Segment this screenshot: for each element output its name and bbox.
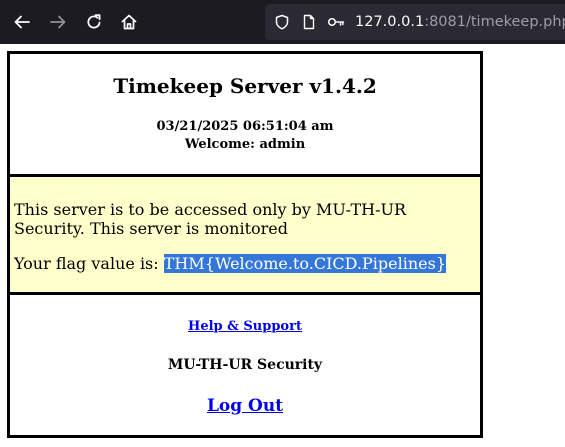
logout-link[interactable]: Log Out	[10, 396, 480, 416]
back-button[interactable]	[6, 6, 38, 38]
forward-button[interactable]	[42, 6, 74, 38]
url-bar[interactable]: 127.0.0.1:8081/timekeep.php	[265, 4, 565, 40]
arrow-right-icon	[50, 15, 66, 29]
notice-message: This server is to be accessed only by MU…	[14, 200, 406, 238]
home-icon	[121, 14, 137, 30]
organization-name: MU-TH-UR Security	[167, 357, 323, 373]
help-support-link[interactable]: Help & Support	[10, 319, 480, 334]
reload-button[interactable]	[78, 6, 110, 38]
shield-icon[interactable]	[273, 13, 291, 31]
header-panel: Timekeep Server v1.4.2 03/21/2025 06:51:…	[7, 51, 483, 177]
arrow-left-icon	[14, 15, 30, 29]
url-host: 127.0.0.1	[355, 14, 425, 30]
page-title: Timekeep Server v1.4.2	[113, 74, 377, 98]
key-icon[interactable]	[327, 13, 345, 31]
footer-panel: Help & Support MU-TH-UR Security Log Out	[7, 292, 483, 438]
home-button[interactable]	[113, 6, 145, 38]
welcome-text: Welcome: admin	[184, 137, 306, 152]
flag-value[interactable]: THM{Welcome.to.CICD.Pipelines}	[163, 254, 446, 273]
url-path: :8081/timekeep.php	[424, 14, 565, 30]
reload-icon	[87, 14, 101, 29]
flag-label: Your flag value is:	[14, 254, 164, 273]
browser-toolbar: 127.0.0.1:8081/timekeep.php	[0, 0, 565, 44]
flag-line: Your flag value is: THM{Welcome.to.CICD.…	[14, 254, 446, 273]
page-icon[interactable]	[300, 13, 318, 31]
url-text[interactable]: 127.0.0.1:8081/timekeep.php	[355, 4, 565, 40]
server-datetime: 03/21/2025 06:51:04 am	[156, 119, 334, 134]
notice-panel: This server is to be accessed only by MU…	[7, 174, 483, 295]
